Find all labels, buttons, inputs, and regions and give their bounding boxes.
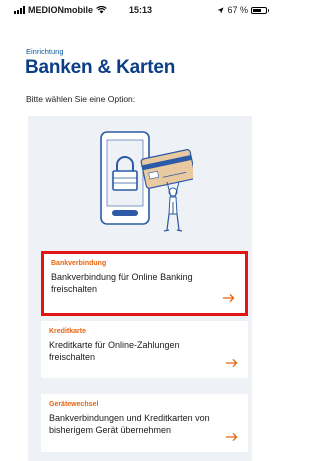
option-geraetewechsel[interactable]: Gerätewechsel Bankverbindungen und Kredi…: [41, 394, 248, 452]
arrow-right-icon: [225, 358, 238, 368]
option-text: Kreditkarte für Online-Zahlungen freisch…: [49, 340, 180, 362]
battery-icon: [251, 6, 269, 14]
option-text: Bankverbindung für Online Banking freisc…: [51, 272, 193, 294]
battery-percent: 67 %: [227, 5, 248, 15]
option-kreditkarte[interactable]: Kreditkarte Kreditkarte für Online-Zahlu…: [41, 321, 248, 378]
page-subtitle: Bitte wählen Sie eine Option:: [26, 94, 136, 104]
option-bankverbindung[interactable]: Bankverbindung Bankverbindung für Online…: [41, 251, 248, 316]
option-category: Kreditkarte: [49, 328, 86, 335]
arrow-right-icon: [225, 432, 238, 442]
option-category: Bankverbindung: [51, 260, 107, 267]
location-icon: [217, 6, 225, 14]
option-text: Bankverbindungen und Kreditkarten von bi…: [49, 413, 210, 435]
battery-fill: [253, 8, 261, 12]
option-category: Gerätewechsel: [49, 401, 99, 408]
status-right: 67 %: [217, 5, 269, 15]
options-panel: Bankverbindung Bankverbindung für Online…: [28, 116, 252, 461]
page-title: Banken & Karten: [25, 57, 176, 78]
arrow-right-icon: [222, 293, 235, 303]
status-bar: MEDIONmobile 15:13 67 %: [0, 0, 281, 18]
section-overline: Einrichtung: [26, 47, 64, 56]
phone-card-illustration: [100, 131, 193, 232]
